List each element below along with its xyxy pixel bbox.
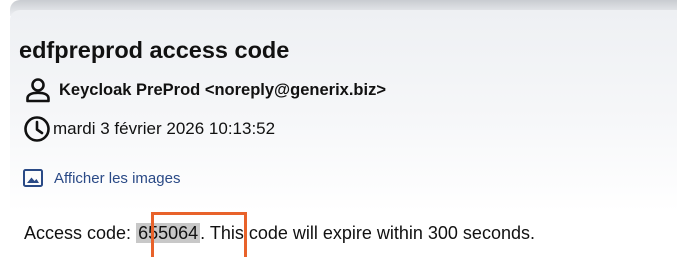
show-images-button[interactable]: Afficher les images (22, 167, 180, 189)
email-date: mardi 3 février 2026 10:13:52 (53, 119, 276, 138)
body-prefix: Access code: (24, 223, 137, 243)
image-icon (22, 167, 44, 189)
show-images-label[interactable]: Afficher les images (54, 170, 180, 187)
person-icon (25, 77, 51, 103)
email-body: Access code: 655064. This code will expi… (24, 223, 535, 244)
email-viewer: edfpreprod access code Keycloak PreProd … (0, 0, 677, 257)
email-sender-row: Keycloak PreProd <noreply@generix.biz> (19, 77, 386, 103)
email-date-row: mardi 3 février 2026 10:13:52 (19, 115, 275, 143)
code-highlight-box (151, 212, 247, 257)
body-suffix: . This code will expire within 300 secon… (200, 223, 535, 243)
clock-icon (23, 115, 51, 143)
email-sender[interactable]: Keycloak PreProd <noreply@generix.biz> (59, 81, 386, 100)
email-subject: edfpreprod access code (19, 37, 290, 63)
